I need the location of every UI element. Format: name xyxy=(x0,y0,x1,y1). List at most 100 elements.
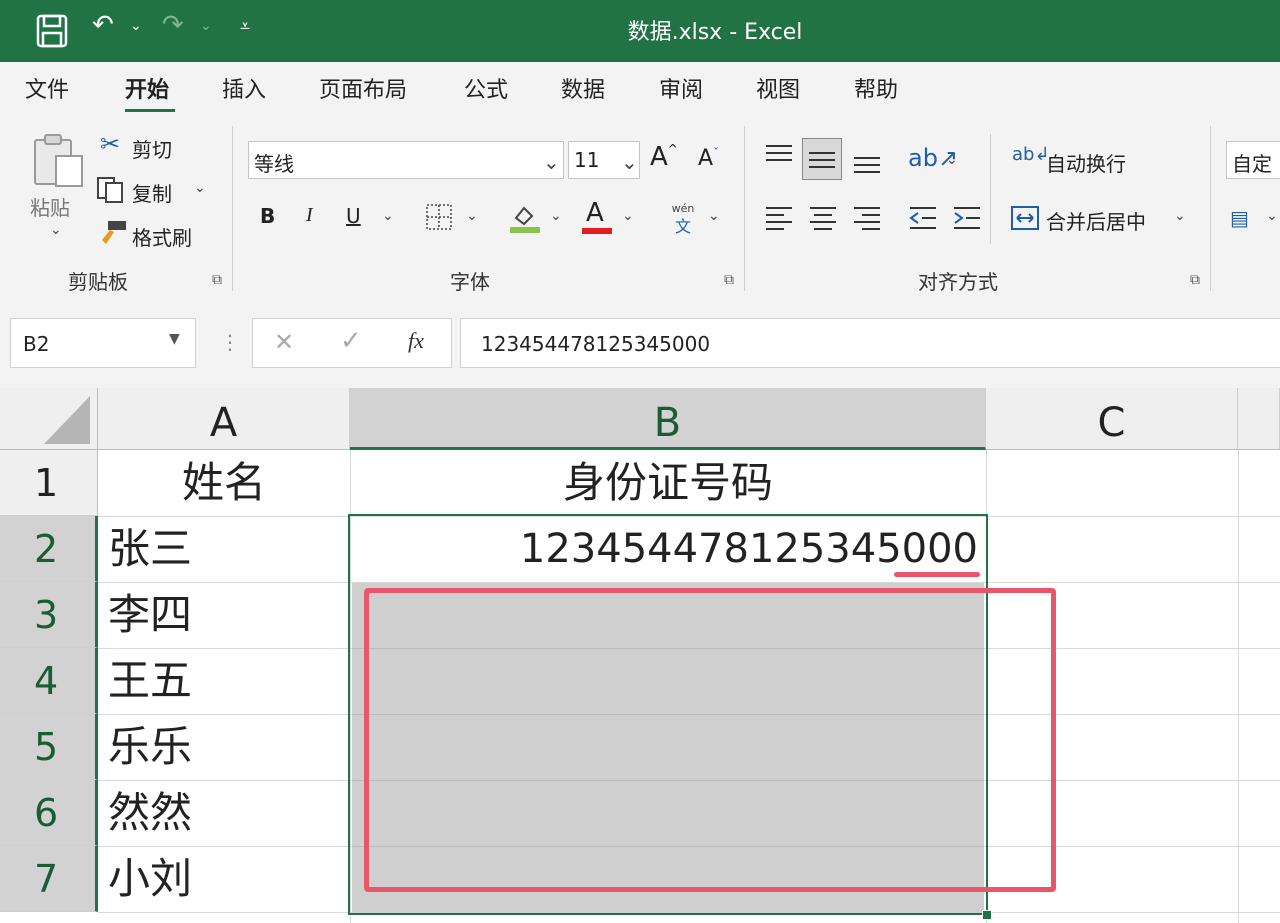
underline-dropdown-icon[interactable]: ⌄ xyxy=(382,208,394,224)
paste-button[interactable]: 粘贴 xyxy=(30,192,70,221)
font-color-dropdown-icon[interactable]: ⌄ xyxy=(622,208,634,224)
underline-button[interactable]: U xyxy=(346,204,361,228)
shrink-font-button[interactable]: Aˇ xyxy=(698,146,719,171)
italic-button[interactable]: I xyxy=(306,204,313,227)
cut-button[interactable]: 剪切 xyxy=(132,134,172,163)
merge-dropdown-icon[interactable]: ⌄ xyxy=(1174,208,1186,224)
grow-font-button[interactable]: A^ xyxy=(650,142,678,172)
borders-dropdown-icon[interactable]: ⌄ xyxy=(466,208,478,224)
formula-bar-grip-icon[interactable]: ⋮ xyxy=(220,330,240,354)
font-name-value: 等线 xyxy=(254,152,294,176)
enter-icon[interactable]: ✓ xyxy=(340,326,362,356)
cell-a2[interactable]: 张三 xyxy=(108,516,192,582)
clipboard-launcher-icon[interactable]: ⧉ xyxy=(212,272,222,288)
font-launcher-icon[interactable]: ⧉ xyxy=(724,272,734,288)
red-underline-annotation xyxy=(894,572,980,577)
column-header-d[interactable] xyxy=(1238,388,1280,450)
redo-icon[interactable]: ↷ xyxy=(162,10,184,40)
cell-a5[interactable]: 乐乐 xyxy=(108,714,192,780)
row-header-4[interactable]: 4 xyxy=(0,648,98,714)
cell-b2[interactable]: 123454478125345000 xyxy=(350,516,978,582)
font-size-value: 11 xyxy=(574,148,600,172)
accounting-dropdown-icon[interactable]: ⌄ xyxy=(1266,208,1278,224)
alignment-launcher-icon[interactable]: ⧉ xyxy=(1190,272,1200,288)
clipboard-group-label: 剪贴板 xyxy=(68,270,128,294)
row-header-6[interactable]: 6 xyxy=(0,780,98,846)
paste-dropdown-icon[interactable]: ⌄ xyxy=(50,222,62,238)
font-size-combo[interactable]: 11 ⌄ xyxy=(568,141,640,179)
save-icon[interactable] xyxy=(36,14,68,48)
tab-file[interactable]: 文件 xyxy=(25,72,69,104)
tab-home[interactable]: 开始 xyxy=(125,72,169,104)
tab-page-layout[interactable]: 页面布局 xyxy=(319,72,407,104)
wrap-text-button[interactable]: 自动换行 xyxy=(1046,148,1126,177)
decrease-indent-icon[interactable] xyxy=(908,204,938,232)
copy-icon[interactable] xyxy=(96,176,126,204)
orientation-dropdown-icon[interactable]: ⌄ xyxy=(946,152,958,168)
tab-review[interactable]: 审阅 xyxy=(659,72,703,104)
align-bottom-icon[interactable] xyxy=(852,148,882,178)
format-painter-button[interactable]: 格式刷 xyxy=(132,222,192,251)
number-format-combo[interactable]: 自定 xyxy=(1226,141,1280,179)
cell-b1[interactable]: 身份证号码 xyxy=(350,450,986,516)
accounting-format-icon[interactable]: ▤ xyxy=(1230,206,1249,230)
red-box-annotation xyxy=(364,588,1056,892)
align-middle-icon[interactable] xyxy=(802,138,842,180)
cell-a4[interactable]: 王五 xyxy=(108,648,192,714)
cell-a7[interactable]: 小刘 xyxy=(108,846,192,912)
tab-insert[interactable]: 插入 xyxy=(222,72,266,104)
font-color-button[interactable]: A xyxy=(582,198,612,234)
merge-center-button[interactable]: 合并后居中 xyxy=(1046,206,1146,235)
name-box[interactable]: B2 ▼ xyxy=(10,318,196,368)
fill-handle[interactable] xyxy=(982,910,992,920)
tab-help[interactable]: 帮助 xyxy=(854,72,898,104)
cell-a3[interactable]: 李四 xyxy=(108,582,192,648)
tab-view[interactable]: 视图 xyxy=(756,72,800,104)
tab-formulas[interactable]: 公式 xyxy=(464,72,508,104)
chevron-down-icon[interactable]: ⌄ xyxy=(621,150,638,174)
undo-dropdown-icon[interactable]: ⌄ xyxy=(130,18,142,34)
title-bar: 数据.xlsx - Excel xyxy=(0,0,1280,62)
row-header-1[interactable]: 1 xyxy=(0,450,98,516)
paste-icon[interactable] xyxy=(32,132,84,188)
align-top-icon[interactable] xyxy=(764,142,794,168)
align-left-icon[interactable] xyxy=(764,204,794,232)
cut-icon[interactable]: ✂ xyxy=(100,130,120,158)
copy-button[interactable]: 复制 xyxy=(132,178,172,207)
align-right-icon[interactable] xyxy=(852,204,882,232)
cancel-icon[interactable]: ✕ xyxy=(274,328,294,356)
column-header-b[interactable]: B xyxy=(350,388,986,450)
merge-center-icon[interactable] xyxy=(1010,204,1040,232)
font-group-label: 字体 xyxy=(450,270,490,294)
insert-function-icon[interactable]: fx xyxy=(408,328,424,354)
chevron-down-icon[interactable]: ⌄ xyxy=(543,150,560,174)
row-header-5[interactable]: 5 xyxy=(0,714,98,780)
phonetic-guide-button[interactable]: wén 文 xyxy=(666,202,700,236)
fill-color-dropdown-icon[interactable]: ⌄ xyxy=(550,208,562,224)
cell-a1[interactable]: 姓名 xyxy=(98,450,350,516)
cell-a6[interactable]: 然然 xyxy=(108,780,192,846)
phonetic-char: 文 xyxy=(674,217,691,236)
customize-icon[interactable]: ⩡ xyxy=(240,16,250,37)
align-center-icon[interactable] xyxy=(808,204,838,232)
row-header-7[interactable]: 7 xyxy=(0,846,98,912)
redo-dropdown-icon[interactable]: ⌄ xyxy=(200,18,212,34)
increase-indent-icon[interactable] xyxy=(952,204,982,232)
copy-dropdown-icon[interactable]: ⌄ xyxy=(194,180,206,196)
undo-icon[interactable]: ↶ xyxy=(92,10,114,40)
fill-color-icon[interactable] xyxy=(508,200,542,234)
borders-icon[interactable] xyxy=(424,202,454,232)
bold-button[interactable]: B xyxy=(260,204,275,228)
wrap-text-icon[interactable]: ab↲ xyxy=(1012,144,1050,165)
row-header-2[interactable]: 2 xyxy=(0,516,98,582)
tab-data[interactable]: 数据 xyxy=(561,72,605,104)
name-box-dropdown-icon[interactable]: ▼ xyxy=(169,331,180,347)
row-header-3[interactable]: 3 xyxy=(0,582,98,648)
formula-input[interactable]: 123454478125345000 xyxy=(460,318,1280,368)
font-name-combo[interactable]: 等线 ⌄ xyxy=(248,141,564,179)
select-all-button[interactable] xyxy=(0,388,98,450)
format-painter-icon[interactable] xyxy=(96,218,128,246)
column-header-c[interactable]: C xyxy=(986,388,1238,450)
column-header-a[interactable]: A xyxy=(98,388,350,450)
phonetic-dropdown-icon[interactable]: ⌄ xyxy=(708,208,720,224)
